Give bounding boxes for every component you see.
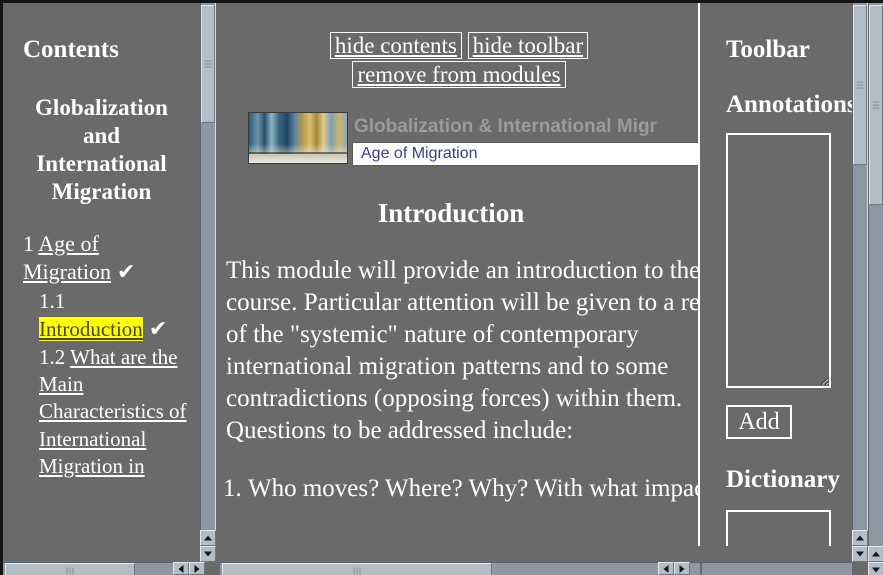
content-scroll-left-button[interactable]	[658, 562, 674, 575]
toolbar-scroll-up-button[interactable]	[852, 530, 868, 546]
page-title: Introduction	[377, 197, 525, 228]
toc-number: 1.2	[39, 344, 66, 369]
photo-foreground	[249, 153, 347, 163]
toolbar-vertical-scrollbar[interactable]	[852, 3, 868, 530]
content-panel: hide contents hide toolbar remove from m…	[220, 3, 700, 546]
hide-contents-link[interactable]: hide contents	[329, 32, 462, 59]
scrollbar-grip-icon	[353, 567, 361, 574]
toc-item-1-2: 1.2 What are the Main Characteristics of…	[39, 344, 192, 480]
content-scroll-right-button[interactable]	[674, 562, 690, 575]
add-annotation-button[interactable]: Add	[726, 404, 792, 439]
chevron-up-icon	[204, 535, 212, 541]
chevron-up-icon	[872, 551, 880, 557]
check-icon: ✔	[117, 258, 136, 284]
toc-link-introduction[interactable]: Introduction	[39, 317, 143, 342]
contents-heading: Contents	[23, 36, 119, 63]
banner-title-bar: Globalization & International Migr	[352, 111, 698, 142]
contents-scroll-right-button[interactable]	[189, 562, 205, 575]
browser-viewport: Contents Globalization and International…	[0, 0, 883, 575]
body-paragraph: This module will provide an introduction…	[226, 256, 700, 444]
toc-link-age-of-migration[interactable]: Age of Migration	[23, 231, 111, 284]
scrollbar-grip-icon	[872, 101, 880, 109]
chevron-down-icon	[204, 551, 212, 557]
check-icon: ✔	[148, 316, 168, 342]
banner-title: Globalization & International Migr	[354, 115, 657, 137]
scrollbar-thumb[interactable]	[869, 5, 883, 205]
window-scroll-up-button[interactable]	[868, 546, 883, 562]
scrollbar-thumb[interactable]	[853, 5, 867, 165]
banner-subtitle-bar: Age of Migration	[352, 141, 698, 166]
contents-vertical-scrollbar[interactable]	[200, 3, 216, 530]
remove-from-modules-link[interactable]: remove from modules	[352, 61, 566, 89]
scrollbar-grip-icon	[204, 60, 212, 68]
chevron-left-icon	[178, 564, 184, 573]
chevron-right-icon	[194, 564, 200, 573]
toolbar-heading: Toolbar	[726, 36, 810, 63]
chevron-right-icon	[679, 564, 685, 573]
scrollbar-thumb[interactable]	[222, 563, 492, 575]
content-action-links: hide contents hide toolbar remove from m…	[220, 3, 698, 90]
content-horizontal-scrollbar[interactable]	[220, 562, 700, 575]
dictionary-heading: Dictionary	[726, 465, 840, 493]
scrollbar-thumb[interactable]	[201, 5, 215, 123]
toc-number: 1.1	[39, 289, 66, 313]
window-vertical-scrollbar[interactable]	[868, 3, 883, 546]
course-title: Globalization and International Migratio…	[35, 94, 168, 204]
scrollbar-thumb[interactable]	[5, 563, 135, 575]
module-banner: Globalization & International Migr Age o…	[248, 111, 698, 168]
question-list: Who moves? Where? Why? With what impact?	[226, 473, 698, 505]
chevron-down-icon	[856, 551, 864, 557]
contents-horizontal-scrollbar[interactable]	[3, 562, 200, 575]
contents-scroll-down-button[interactable]	[200, 546, 216, 562]
annotations-heading: Annotations	[726, 90, 852, 118]
annotation-textarea[interactable]	[726, 132, 831, 388]
window-scroll-down-button[interactable]	[868, 562, 883, 575]
toc-number: 1	[23, 230, 34, 256]
toolbar-scroll-down-button[interactable]	[852, 546, 868, 562]
toolbar-horizontal-scrollbar[interactable]	[702, 562, 852, 575]
toc-item-1: 1 Age of Migration ✔	[23, 230, 192, 286]
contents-scroll-up-button[interactable]	[200, 530, 216, 546]
chevron-down-icon	[872, 567, 880, 573]
chevron-left-icon	[663, 564, 669, 573]
dictionary-input[interactable]	[726, 509, 831, 546]
table-of-contents: 1 Age of Migration ✔ 1.1 Introduction ✔ 1.…	[23, 230, 192, 481]
scrollbar-grip-icon	[66, 567, 74, 574]
contents-panel: Contents Globalization and International…	[3, 3, 200, 546]
cityscape-photo-icon	[248, 111, 348, 164]
banner-subtitle: Age of Migration	[361, 144, 478, 162]
toc-item-1-1: 1.1 Introduction ✔	[39, 288, 192, 344]
list-item: Who moves? Where? Why? With what impact?	[248, 473, 698, 505]
hide-toolbar-link[interactable]: hide toolbar	[467, 32, 589, 59]
scrollbar-grip-icon	[856, 81, 864, 89]
toolbar-panel: Toolbar Annotations Add Dictionary	[702, 3, 852, 546]
contents-scroll-left-button[interactable]	[173, 562, 189, 575]
chevron-up-icon	[856, 535, 864, 541]
